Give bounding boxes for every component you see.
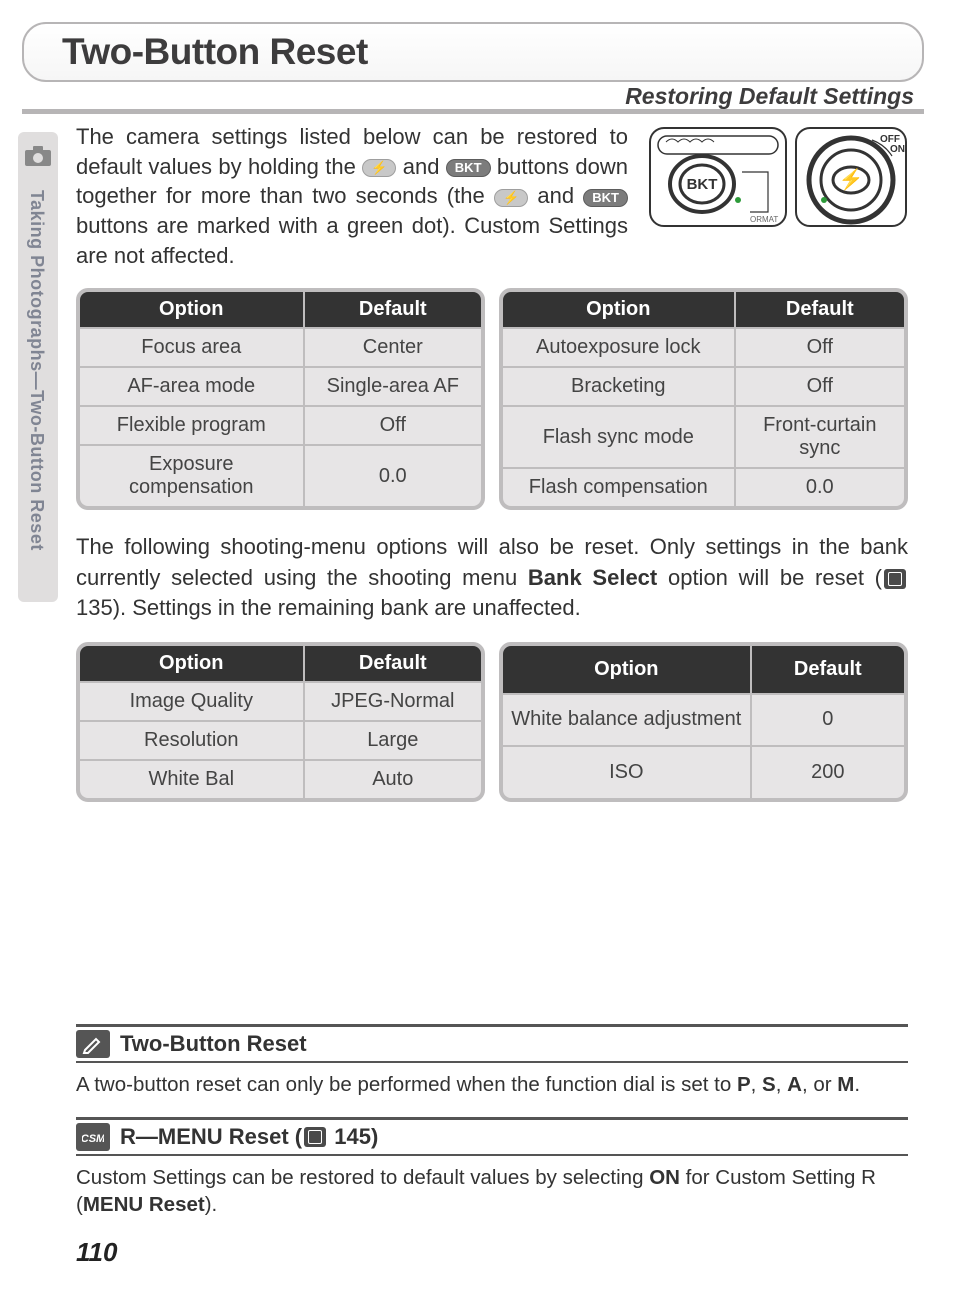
camera-dial-illustration: ⚡ OFF ON: [794, 122, 908, 232]
title-banner: Two-Button Reset Restoring Default Setti…: [22, 22, 924, 114]
th-option: Option: [503, 292, 736, 327]
shooting-menu-table-left: Option Default Image QualityJPEG-Normal …: [76, 642, 485, 802]
intro-text-e: buttons are marked with a green dot). Cu…: [76, 213, 628, 268]
page-ref-icon: [304, 1127, 326, 1147]
defaults-table-right: Option Default Autoexposure lockOff Brac…: [499, 288, 908, 510]
table-row: Flash sync modeFront-curtain sync: [503, 405, 904, 467]
camera-top-illustration: BKT ORMAT: [648, 122, 788, 232]
defaults-table-left: Option Default Focus areaCenter AF-area …: [76, 288, 485, 510]
th-option: Option: [80, 292, 305, 327]
table-row: BracketingOff: [503, 366, 904, 405]
svg-text:BKT: BKT: [687, 176, 718, 193]
page-number: 110: [76, 1237, 908, 1268]
table-row: Flash compensation0.0: [503, 467, 904, 506]
table-row: Focus areaCenter: [80, 327, 481, 366]
table-row: ResolutionLarge: [80, 720, 481, 759]
note-body-1: A two-button reset can only be performed…: [76, 1071, 908, 1099]
camera-icon: [24, 144, 52, 168]
intro-text-b: and: [403, 154, 446, 179]
intro-text-d: and: [537, 183, 583, 208]
csm-icon: CSM: [76, 1123, 110, 1151]
th-option: Option: [503, 646, 752, 693]
table-row: AF-area modeSingle-area AF: [80, 366, 481, 405]
svg-text:ORMAT: ORMAT: [750, 215, 778, 224]
table-row: Exposure compensation0.0: [80, 444, 481, 506]
camera-figures: BKT ORMAT ⚡ OFF ON: [648, 122, 908, 270]
table-row: White balance adjustment0: [503, 693, 904, 745]
svg-text:CSM: CSM: [82, 1133, 104, 1145]
pencil-icon: [76, 1030, 110, 1058]
flash-button-glyph-2: ⚡: [494, 189, 528, 207]
table-row: Flexible programOff: [80, 405, 481, 444]
page-ref-icon: [884, 569, 906, 589]
svg-text:⚡: ⚡: [839, 167, 864, 191]
shooting-menu-table-right: Option Default White balance adjustment0…: [499, 642, 908, 802]
table-row: White BalAuto: [80, 759, 481, 798]
shooting-menu-paragraph: The following shooting-menu options will…: [76, 532, 908, 623]
note-title-2: R—MENU Reset ( 145): [120, 1124, 378, 1150]
th-option: Option: [80, 646, 305, 681]
sidebar-label: Taking Photographs—Two-Button Reset: [26, 190, 47, 551]
svg-text:ON: ON: [890, 144, 905, 155]
page-title: Two-Button Reset: [62, 31, 368, 73]
flash-button-glyph: ⚡: [362, 159, 396, 177]
bkt-button-glyph-2: BKT: [583, 189, 628, 207]
bkt-button-glyph: BKT: [446, 159, 491, 177]
table-row: Autoexposure lockOff: [503, 327, 904, 366]
note-title-1: Two-Button Reset: [120, 1031, 307, 1057]
table-row: ISO200: [503, 745, 904, 797]
th-default: Default: [752, 646, 904, 693]
note-header-1: Two-Button Reset: [76, 1024, 908, 1063]
intro-paragraph: The camera settings listed below can be …: [76, 122, 628, 270]
table-row: Image QualityJPEG-Normal: [80, 681, 481, 720]
th-default: Default: [305, 646, 481, 681]
th-default: Default: [305, 292, 481, 327]
th-default: Default: [736, 292, 904, 327]
page-subtitle: Restoring Default Settings: [625, 83, 914, 110]
sidebar-tab: Taking Photographs—Two-Button Reset: [18, 132, 58, 602]
note-body-2: Custom Settings can be restored to defau…: [76, 1164, 908, 1219]
note-header-2: CSM R—MENU Reset ( 145): [76, 1117, 908, 1156]
